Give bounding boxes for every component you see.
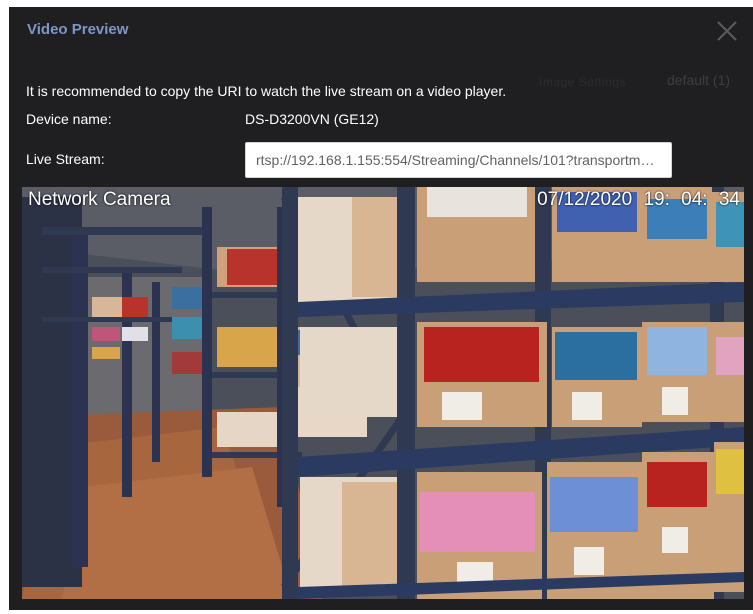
background-settings-text: Image Settings [539,75,627,89]
osd-time: 19: 04: 34 [643,189,740,210]
device-name-label: Device name: [26,111,112,127]
video-player[interactable]: Network Camera 07/12/2020 19: 04: 34 [22,187,744,599]
camera-feed-image [22,187,744,599]
video-preview-dialog: Video Preview Image Settings default (1)… [9,7,753,610]
osd-timestamp: 07/12/2020 19: 04: 34 [537,189,740,211]
live-stream-uri-field[interactable]: rtsp://192.168.1.155:554/Streaming/Chann… [245,142,672,178]
close-button[interactable] [715,19,739,43]
close-icon [717,21,737,41]
osd-date: 07/12/2020 [537,189,633,210]
dialog-title: Video Preview [27,21,129,38]
background-default-text: default (1) [667,72,731,88]
device-name-value: DS-D3200VN (GE12) [245,111,379,127]
live-stream-label: Live Stream: [26,151,105,167]
copy-uri-notice: It is recommended to copy the URI to wat… [26,83,507,99]
osd-camera-name: Network Camera [28,189,171,210]
